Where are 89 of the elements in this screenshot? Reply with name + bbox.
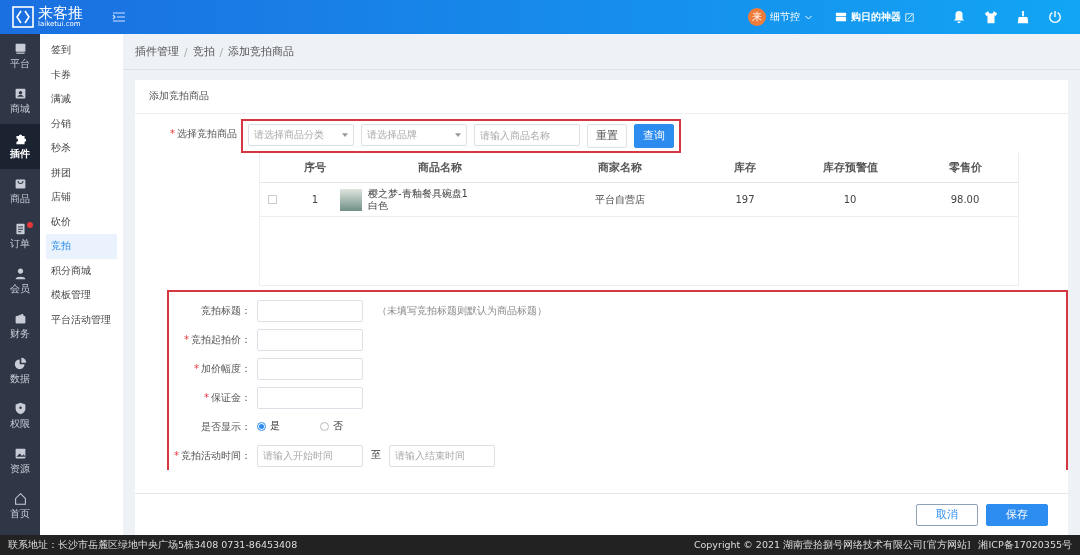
nav-item[interactable]: 插件 <box>0 124 40 169</box>
submenu-item[interactable]: 拼团 <box>46 160 117 185</box>
table-cell-text: 1 <box>310 194 320 205</box>
table-cell-text: 98.00 <box>949 194 981 205</box>
column-header: 库存 <box>733 160 757 175</box>
caret-icon <box>342 133 348 137</box>
submenu-item[interactable]: 平台活动管理 <box>46 307 117 332</box>
submenu-item[interactable]: 签到 <box>46 38 117 63</box>
name-input-field[interactable]: 请输入商品名称 <box>474 124 580 146</box>
photo-placeholder <box>340 188 362 211</box>
submenu-item[interactable]: 满减 <box>46 87 117 112</box>
nav-item[interactable]: 财务 <box>0 304 40 349</box>
cancel-button[interactable]: 取消 <box>916 503 978 526</box>
nav-item[interactable]: 权限 <box>0 394 40 439</box>
icp-link[interactable]: 湘ICP备17020355号 <box>978 538 1072 552</box>
submenu-item[interactable]: 积分商城 <box>46 258 117 283</box>
person-icon <box>13 267 27 280</box>
radio-button[interactable] <box>257 422 266 431</box>
nav-item[interactable]: 商城 <box>0 79 40 124</box>
edit-icon <box>905 12 914 22</box>
field-label: * 加价幅度： <box>193 361 252 376</box>
store-icon <box>835 11 847 23</box>
power-icon[interactable] <box>1048 10 1062 24</box>
breadcrumb-separator: / <box>219 45 224 58</box>
clipboard-icon <box>13 222 27 235</box>
wallet-icon <box>13 312 27 325</box>
nav-item[interactable]: 平台 <box>0 34 40 79</box>
nav-item[interactable]: 首页 <box>0 484 40 529</box>
product-name: 樱之梦-青釉餐具碗盘1 <box>368 187 468 200</box>
submenu-item[interactable]: 砍价 <box>46 209 117 234</box>
product-spec: 白色 <box>368 199 389 212</box>
shield-icon <box>13 402 27 415</box>
field-label: * 竞拍起拍价： <box>183 332 252 347</box>
radio-option[interactable]: 否 <box>320 420 343 433</box>
table-cell-text: 平台自营店 <box>594 192 646 207</box>
start-time-field[interactable]: 请输入开始时间 <box>257 444 363 467</box>
bag-icon <box>13 177 27 190</box>
text-input-field[interactable] <box>257 328 363 351</box>
end-time-field[interactable]: 请输入结束时间 <box>389 444 495 467</box>
nav-item[interactable]: 会员 <box>0 259 40 304</box>
nav-item[interactable]: 订单 <box>0 214 40 259</box>
submenu-item[interactable]: 卡券 <box>46 62 117 87</box>
avatar: 来 <box>748 8 766 26</box>
home-icon <box>13 492 27 505</box>
column-header: 零售价 <box>947 160 983 175</box>
address-text: 联系地址：长沙市岳麓区绿地中央广场5栋3408 0731-86453408 <box>8 538 298 552</box>
reset-button[interactable]: 重置 <box>587 124 627 148</box>
field-label: 竞拍标题： <box>200 303 252 318</box>
logo-text: 来客推 <box>38 6 83 21</box>
checkbox[interactable] <box>268 195 277 204</box>
nav-item[interactable]: 资源 <box>0 439 40 484</box>
hint-text: （未填写竞拍标题则默认为商品标题） <box>377 303 547 318</box>
text-input-field[interactable] <box>257 357 363 380</box>
field-label: * 竞拍活动时间： <box>173 448 252 463</box>
field-label: * 选择竞拍商品 <box>169 127 238 141</box>
menu-icon[interactable] <box>112 11 126 23</box>
breadcrumb-item: 添加竞拍商品 <box>228 44 295 59</box>
breadcrumb-item[interactable]: 竞拍 <box>192 44 215 59</box>
image-icon <box>13 447 27 460</box>
field-label: * 保证金： <box>203 390 252 405</box>
card-title: 添加竞拍商品 <box>135 80 1068 114</box>
radio-option[interactable]: 是 <box>257 420 280 433</box>
text-input-field[interactable] <box>257 386 363 409</box>
breadcrumb-separator: / <box>184 45 188 58</box>
table-cell-text: 10 <box>842 194 858 205</box>
nav-item[interactable]: 数据 <box>0 349 40 394</box>
submenu-item[interactable]: 店铺 <box>46 185 117 210</box>
range-separator: 至 <box>371 449 381 462</box>
nav-item[interactable]: 商品 <box>0 169 40 214</box>
submenu-item[interactable]: 模板管理 <box>46 283 117 308</box>
column-header: 序号 <box>303 160 327 175</box>
column-header: 商品名称 <box>417 160 463 175</box>
pie-chart-icon <box>13 357 27 370</box>
text-input-field[interactable] <box>257 299 363 322</box>
submenu-item[interactable]: 秒杀 <box>46 136 117 161</box>
breadcrumb-item[interactable]: 插件管理 <box>135 44 179 59</box>
shirt-icon[interactable] <box>984 10 998 24</box>
bell-icon[interactable] <box>952 10 966 24</box>
user-card-icon <box>13 87 27 100</box>
puzzle-icon <box>13 132 27 145</box>
column-header: 商家名称 <box>597 160 643 175</box>
caret-icon <box>455 133 461 137</box>
broom-icon[interactable] <box>1016 10 1030 24</box>
table-cell-text: 197 <box>734 194 756 205</box>
column-header: 库存预警值 <box>821 160 879 175</box>
field-label: 是否显示： <box>200 419 252 434</box>
copyright-text: Copyright © 2021 湖南壹拾捌号网络技术有限公司[官方网站] <box>693 538 971 552</box>
logo-icon <box>12 6 34 28</box>
submenu-item[interactable]: 分销 <box>46 111 117 136</box>
